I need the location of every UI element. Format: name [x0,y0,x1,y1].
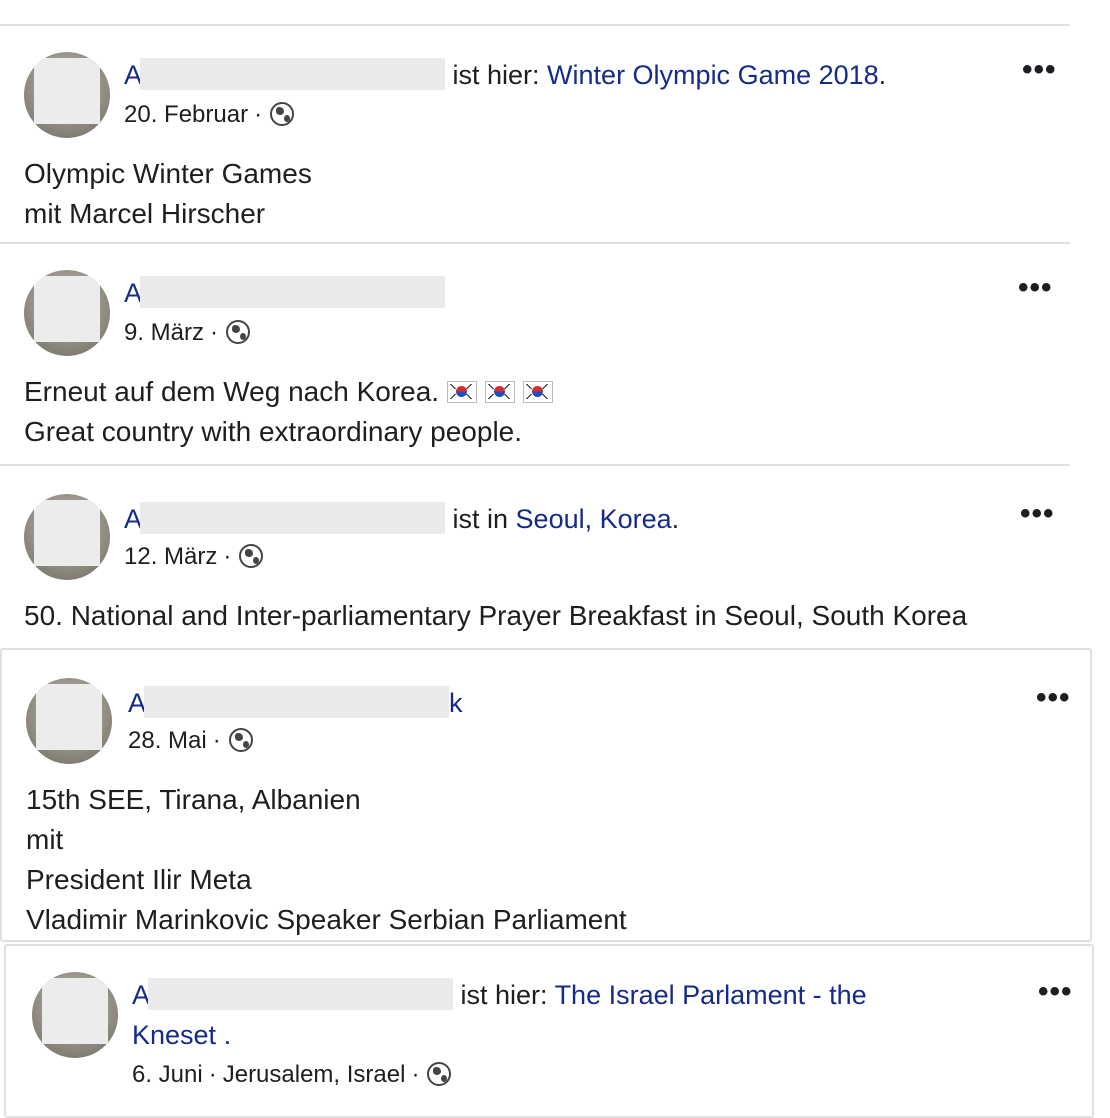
post-text-line: Great country with extraordinary people. [24,416,523,447]
post-text-line: mit [26,824,64,855]
post-date[interactable]: 12. März [124,543,217,570]
more-options-button[interactable]: ••• [1038,977,1073,1007]
post-text: Erneut auf dem Weg nach Korea. Great cou… [24,372,561,452]
globe-icon[interactable] [228,728,253,752]
author-name[interactable]: A [132,978,454,1010]
avatar-redaction [34,500,100,566]
korea-flag-icon [446,381,477,403]
globe-icon[interactable] [270,102,295,126]
more-options-button[interactable]: ••• [1020,499,1055,529]
meta-separator: · [223,543,232,570]
place-link[interactable]: The Israel Parlament - the [555,980,867,1010]
post-1: A ist hier: Winter Olympic Game 2018. 20… [0,26,1070,242]
post-meta: 20. Februar · [124,100,295,130]
post-action-text: ist hier: [453,980,555,1010]
post-date[interactable]: 9. März [124,319,204,346]
meta-separator: · [210,319,219,346]
post-header: A ist hier: The Israel Parlament - the [132,978,867,1012]
post-meta: 28. Mai · [128,726,253,756]
post-action-text: ist in [445,504,516,534]
avatar[interactable] [24,52,110,138]
post-meta: 6. Juni · Jerusalem, Israel · [132,1060,452,1090]
post-date[interactable]: 28. Mai [128,727,207,754]
author-name[interactable]: A [124,58,446,90]
meta-separator: · [212,727,221,754]
post-text-span: Erneut auf dem Weg nach Korea. [24,376,440,407]
avatar[interactable] [24,494,110,580]
post-text-line: 15th SEE, Tirana, Albanien [26,784,361,815]
name-redaction [140,502,446,534]
meta-separator: · [208,1061,217,1088]
author-name[interactable]: A [124,276,446,308]
place-suffix: . [878,60,887,90]
korea-flag-icon [484,381,515,403]
place-suffix: . [671,504,680,534]
post-text-line: Vladimir Marinkovic Speaker Serbian Parl… [26,904,627,935]
post-3: A ist in Seoul, Korea. 12. März · ••• 50.… [0,464,1070,648]
place-link[interactable]: Seoul, Korea [516,504,672,534]
post-header-line-2: Kneset . [132,1018,231,1052]
post-location[interactable]: Jerusalem, Israel [223,1061,406,1088]
meta-separator: · [411,1061,420,1088]
author-name[interactable]: A [124,502,446,534]
name-redaction [140,276,446,308]
post-text-line: mit Marcel Hirscher [24,198,266,229]
avatar[interactable] [32,972,118,1058]
post-meta: 9. März · [124,318,251,348]
post-text: 50. National and Inter-parliamentary Pra… [24,596,967,636]
avatar[interactable] [24,270,110,356]
meta-separator: · [254,101,263,128]
post-meta: 12. März · [124,542,264,572]
avatar[interactable] [26,678,112,764]
post-header: A ist in Seoul, Korea. [124,502,679,536]
globe-icon[interactable] [427,1062,452,1086]
avatar-redaction [36,684,102,750]
post-action-text: ist hier: [445,60,548,90]
post-2: A 9. März · ••• Erneut auf dem Weg nach K… [0,242,1070,466]
korea-flag-icon [522,381,553,403]
name-redaction [148,978,454,1010]
place-link[interactable]: Winter Olympic Game 2018 [547,60,879,90]
post-header: A ist hier: Winter Olympic Game 2018. [124,58,886,92]
globe-icon[interactable] [239,544,264,568]
post-date[interactable]: 6. Juni [132,1061,203,1088]
author-name[interactable]: Ak [128,686,463,718]
post-header: Ak [128,686,463,720]
globe-icon[interactable] [226,320,251,344]
post-4: Ak 28. Mai · ••• 15th SEE, Tirana, Albani… [0,648,1092,942]
post-text-line: Erneut auf dem Weg nach Korea. [24,372,561,412]
post-text: Olympic Winter Games mit Marcel Hirscher [24,154,312,234]
avatar-redaction [34,276,100,342]
avatar-redaction [34,58,100,124]
post-text-line: Olympic Winter Games [24,158,312,189]
avatar-redaction [42,978,108,1044]
post-date[interactable]: 20. Februar [124,101,248,128]
place-link-continued[interactable]: Kneset [132,1020,216,1050]
post-text-line: President Ilir Meta [26,864,252,895]
post-text: 15th SEE, Tirana, Albanien mit President… [26,780,627,940]
post-text-line: 50. National and Inter-parliamentary Pra… [24,600,968,631]
name-redaction [140,58,446,90]
more-options-button[interactable]: ••• [1018,273,1053,303]
more-options-button[interactable]: ••• [1036,683,1071,713]
post-5: A ist hier: The Israel Parlament - the K… [4,944,1094,1118]
place-suffix: . [216,1020,232,1050]
post-header: A [124,276,446,310]
more-options-button[interactable]: ••• [1022,55,1057,85]
name-redaction [144,686,450,718]
